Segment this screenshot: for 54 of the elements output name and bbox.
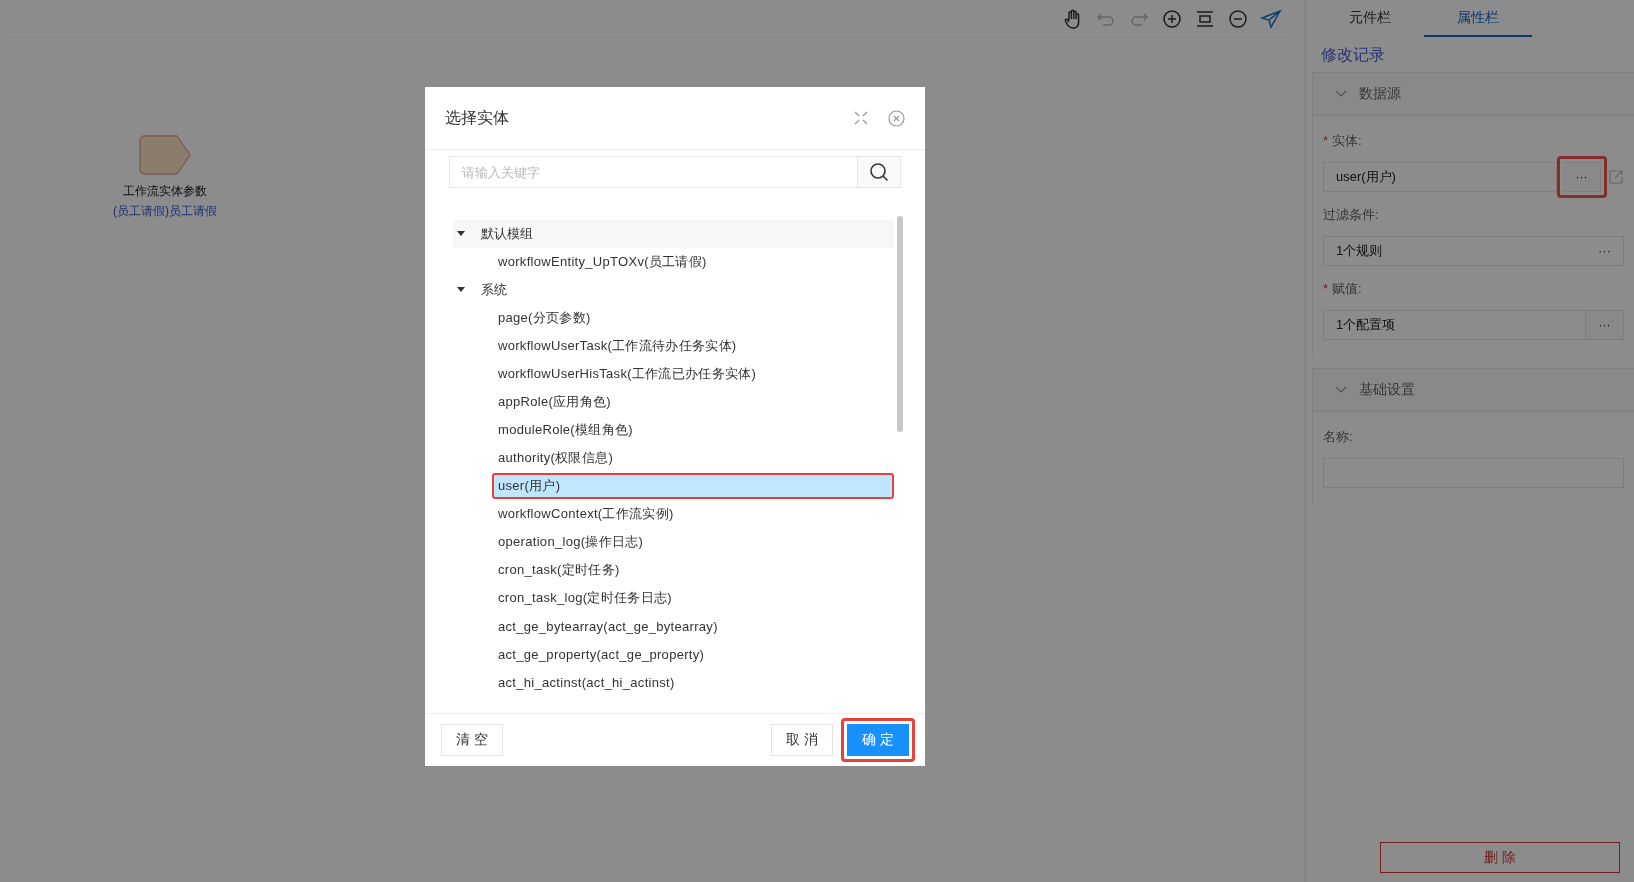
field-label: 过滤条件: [1323,207,1379,222]
external-link-icon[interactable] [1608,169,1624,185]
caret-icon[interactable] [457,287,465,293]
tree-item[interactable]: cron_task_log(定时任务日志) [492,585,678,611]
field-value: 1个规则 [1336,242,1383,260]
panel-tab[interactable]: 元件栏 [1316,0,1424,37]
cancel-button[interactable]: 取 消 [771,724,834,756]
required-mark: * [1323,281,1329,296]
more-button[interactable]: ··· [1586,310,1624,340]
tree-item[interactable]: workflowEntity_UpTOXv(员工请假) [492,249,713,275]
tree-item[interactable]: workflowUserTask(工作流待办任务实体) [492,333,743,359]
tree-item[interactable]: cron_task(定时任务) [492,557,626,583]
chevron-icon[interactable] [1335,90,1347,98]
search-field[interactable]: 请输入关键字 [449,156,858,188]
close-icon[interactable] [888,109,905,127]
tree-item[interactable]: appRole(应用角色) [492,389,617,415]
picker-field[interactable]: 1个配置项 [1323,310,1586,340]
field-label: 实体: [1332,133,1362,148]
scrollbar-thumb[interactable] [897,216,903,432]
clear-button[interactable]: 清 空 [441,724,503,756]
tree-item[interactable]: moduleRole(模组角色) [492,417,639,443]
field-label: 名称: [1323,429,1353,444]
field-label: 赋值: [1332,281,1362,296]
tree-item[interactable]: authority(权限信息) [492,445,620,471]
required-mark: * [1323,133,1329,148]
chevron-icon[interactable] [1335,386,1347,394]
paper-plane-icon[interactable] [1260,7,1282,30]
tree-item[interactable]: page(分页参数) [492,305,597,331]
fullscreen-icon[interactable] [854,111,868,125]
tree-item[interactable]: act_ge_bytearray(act_ge_bytearray) [492,614,724,638]
search-icon [869,162,889,182]
tree-item[interactable]: workflowUserHisTask(工作流已办任务实体) [492,361,763,387]
tree-item[interactable]: act_hi_actinst(act_hi_actinst) [492,670,681,694]
tree-group[interactable]: 默认模组 [477,223,537,245]
picker-field[interactable]: user(用户) [1323,162,1557,192]
tree-item[interactable]: user(用户) [492,473,894,499]
tree-item[interactable]: act_ge_property(act_ge_property) [492,642,711,666]
node-title: 工作流实体参数 [123,183,207,200]
more-button[interactable]: ··· [1598,237,1611,265]
entity-node-shape[interactable] [139,135,191,175]
dialog-title: 选择实体 [445,107,510,128]
zoom-in-icon[interactable] [1161,7,1183,30]
tree-item[interactable]: workflowContext(工作流实例) [492,501,680,527]
search-button[interactable] [858,156,901,188]
picker-field[interactable]: 1个规则 ··· [1323,236,1624,266]
more-button[interactable]: ··· [1563,162,1601,192]
zoom-out-icon[interactable] [1227,7,1249,30]
tree-group[interactable]: 系统 [477,279,511,301]
tree-item[interactable]: operation_log(操作日志) [492,529,650,555]
section-title: 基础设置 [1359,381,1415,399]
node-subtitle: (员工请假)员工请假 [113,203,217,220]
caret-icon[interactable] [457,231,465,237]
section-title: 数据源 [1359,85,1401,103]
panel-tab[interactable]: 属性栏 [1424,0,1532,37]
